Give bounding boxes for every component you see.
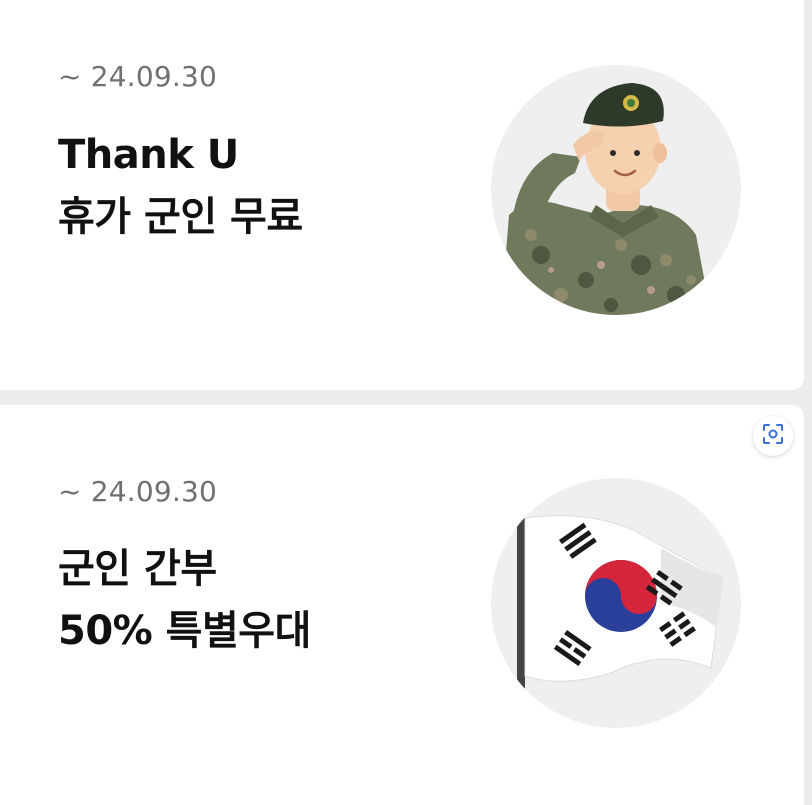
promotion-period: ~ 24.09.30 [58, 475, 218, 508]
promotion-title: Thank U 휴가 군인 무료 [58, 124, 303, 248]
promotion-title-line1: Thank U [58, 132, 239, 178]
promotion-title-line2: 휴가 군인 무료 [58, 194, 303, 240]
soldier-salute-icon [491, 65, 741, 315]
visual-search-icon [762, 423, 784, 449]
visual-search-button[interactable] [753, 416, 793, 456]
korean-flag-icon [491, 478, 741, 728]
promotion-period: ~ 24.09.30 [58, 60, 218, 93]
promotion-card-officer-discount[interactable]: ~ 24.09.30 군인 간부 50% 특별우대 [0, 405, 804, 805]
promotion-title: 군인 간부 50% 특별우대 [58, 538, 311, 662]
promotion-title-line1: 군인 간부 [58, 546, 217, 592]
promotion-card-military-leave[interactable]: ~ 24.09.30 Thank U 휴가 군인 무료 [0, 0, 804, 390]
promotion-title-line2: 50% 특별우대 [58, 608, 311, 654]
